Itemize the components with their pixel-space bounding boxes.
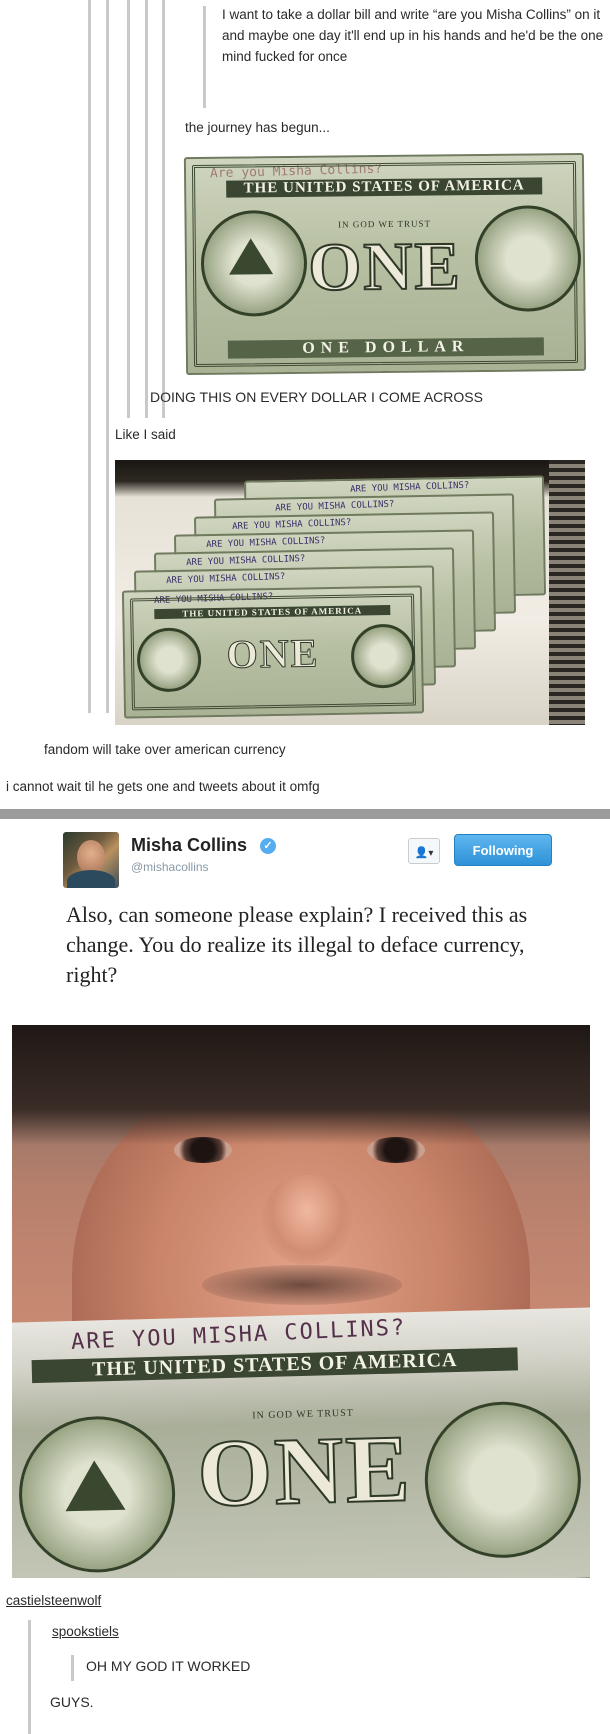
dollar-bill-in-photo: ARE YOU MISHA COLLINS? THE UNITED STATES… (12, 1307, 590, 1578)
nose (262, 1175, 352, 1265)
handwriting: ARE YOU MISHA COLLINS? (231, 517, 352, 533)
handwriting: ARE YOU MISHA COLLINS? (275, 499, 395, 514)
stubble (202, 1265, 402, 1305)
pyramid-icon (64, 1459, 126, 1512)
reply-text: OH MY GOD IT WORKED (86, 1658, 251, 1674)
handwriting: ARE YOU MISHA COLLINS? (70, 1315, 407, 1355)
bill-caption: DOING THIS ON EVERY DOLLAR I COME ACROSS (150, 389, 483, 405)
reply-text: GUYS. (50, 1694, 94, 1710)
handwriting: ARE YOU MISHA COLLINS? (185, 553, 306, 569)
tweet-author-handle[interactable]: @mishacollins (131, 860, 209, 874)
tweet-text: Also, can someone please explain? I rece… (66, 902, 528, 987)
quote-bar (203, 6, 206, 108)
person-add-icon: 👤 (414, 847, 429, 859)
quote-bar (28, 1620, 31, 1734)
notebook-spiral (549, 460, 585, 725)
quote-bar (145, 0, 148, 418)
avatar-shirt (67, 870, 115, 888)
reply-text: Like I said (115, 427, 176, 442)
quote-bar (71, 1655, 74, 1681)
chevron-down-icon: ▾ (428, 848, 434, 859)
reply-text: i cannot wait til he gets one and tweets… (6, 779, 320, 794)
handwriting: ARE YOU MISHA COLLINS? (165, 571, 286, 587)
left-eye (174, 1137, 232, 1163)
reblog-username[interactable]: spookstiels (52, 1624, 119, 1639)
bill-banner: THE UNITED STATES OF AMERICA (225, 177, 543, 198)
pyramid-icon (228, 238, 274, 275)
hair (12, 1025, 590, 1145)
section-separator (0, 809, 610, 819)
eagle-seal (474, 204, 582, 313)
quote-bar (88, 0, 91, 713)
tweet-author-name[interactable]: Misha Collins (131, 835, 247, 856)
verified-badge-icon: ✓ (260, 838, 276, 854)
front-stack-bill: ARE YOU MISHA COLLINS? THE UNITED STATES… (121, 585, 425, 719)
avatar-head (77, 840, 105, 874)
handwriting: ARE YOU MISHA COLLINS? (349, 480, 470, 495)
quote-bar (127, 0, 130, 418)
dollar-stack-image: ARE YOU MISHA COLLINS? ARE YOU MISHA COL… (115, 460, 585, 725)
quote-bar (162, 0, 165, 418)
right-eye (367, 1137, 425, 1163)
following-button[interactable]: Following (454, 834, 552, 866)
quote-bar (106, 0, 109, 713)
reply-text: the journey has begun... (185, 120, 330, 135)
dollar-bill-image: Are you Misha Collins? THE UNITED STATES… (183, 152, 587, 376)
tweet-photo[interactable]: ARE YOU MISHA COLLINS? THE UNITED STATES… (12, 1025, 590, 1578)
reply-text: fandom will take over american currency (44, 742, 286, 757)
avatar[interactable] (63, 832, 119, 888)
handwriting: ARE YOU MISHA COLLINS? (205, 535, 326, 551)
quote-text: I want to take a dollar bill and write “… (222, 7, 604, 64)
bill-bottom-banner: ONE DOLLAR (227, 337, 545, 359)
user-dropdown-button[interactable]: 👤▾ (408, 838, 440, 864)
reblog-username[interactable]: castielsteenwolf (6, 1593, 101, 1608)
